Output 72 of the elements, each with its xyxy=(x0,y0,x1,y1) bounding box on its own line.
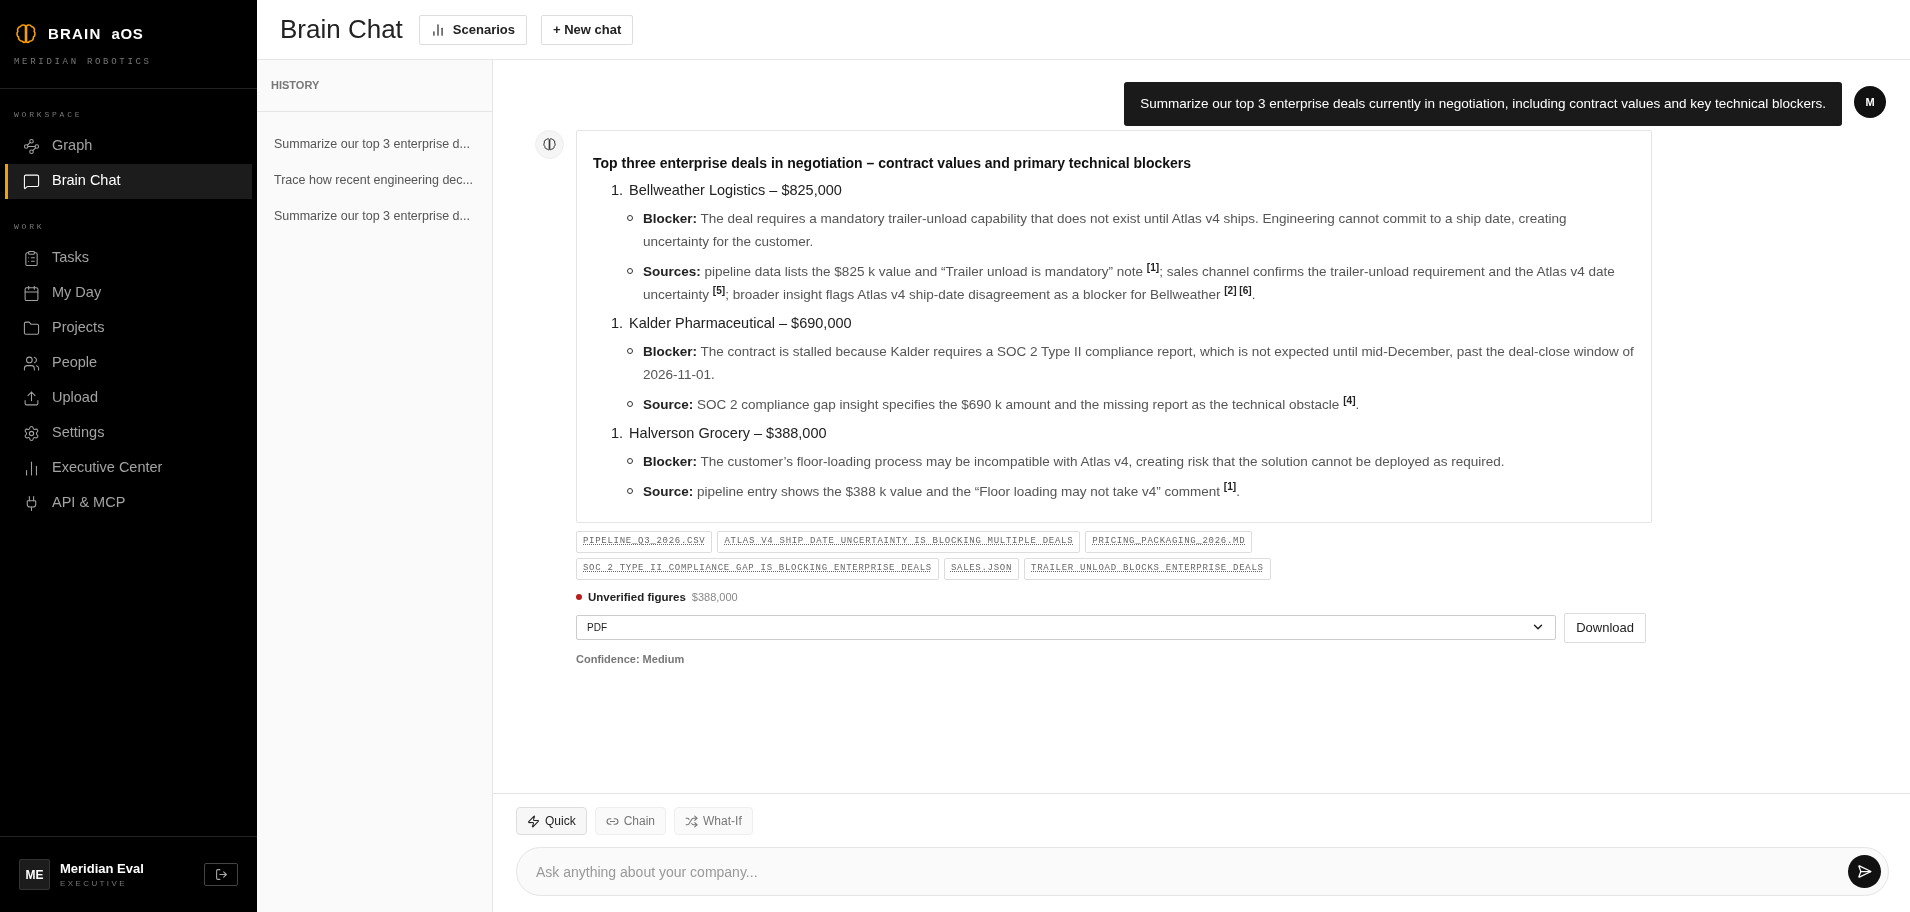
nav-item[interactable]: Tasks xyxy=(5,240,252,276)
scenarios-button[interactable]: Scenarios xyxy=(418,14,527,45)
source-tag[interactable]: PIPELINE_Q3_2026.CSV xyxy=(576,530,713,553)
upload-icon xyxy=(23,389,40,407)
people-icon xyxy=(23,354,40,372)
deal-detail: Blocker: The customer’s floor-loading process may be incompatible with Atlas v4, creating risk that the solution cannot be deployed as required. xyxy=(643,452,1505,471)
chat-input-field[interactable]: Ask anything about your company... xyxy=(516,847,1889,896)
bar-chart-icon xyxy=(23,459,40,477)
list-number: 1. xyxy=(611,423,624,443)
mode-button[interactable]: Chain xyxy=(594,807,667,835)
section-heading: WORKSPACE xyxy=(13,108,84,121)
answer-title: Top three enterprise deals in negotiation – contract values and primary technical blockers xyxy=(593,154,1193,174)
deal-heading: Bellweather Logistics – $825,000 xyxy=(629,181,842,201)
logout-button[interactable] xyxy=(204,863,238,886)
confidence-label: Confidence: Medium xyxy=(576,651,686,667)
brand-name: BRAIN xyxy=(48,23,102,44)
source-tag[interactable]: PRICING_PACKAGING_2026.MD xyxy=(1085,530,1253,553)
logout-icon xyxy=(214,868,228,881)
download-button[interactable]: Download xyxy=(1564,612,1646,643)
brain-icon xyxy=(542,137,557,153)
nav-item[interactable]: Projects xyxy=(5,310,252,346)
user-message: Summarize our top 3 enterprise deals currently in negotiation, including contract values and key technical blockers. xyxy=(1124,82,1842,127)
nav-item[interactable]: My Day xyxy=(5,275,252,311)
brand-suffix: aOS xyxy=(111,23,144,44)
section-heading: WORK xyxy=(13,220,46,233)
deal-detail: Sources: pipeline data lists the $825 k value and “Trailer unload is mandatory” note $^{[1]}$; sales channel confirms the trailer-unload requirement and the Atlas v4 date uncertainty $^{[5]}$; broader insight flags Atlas v4 ship-date disagreement as a blocker for Bellweather $^{[2] [6]}$. xyxy=(643,260,1616,304)
mode-button[interactable]: Quick xyxy=(516,807,587,835)
format-select[interactable]: PDF xyxy=(576,614,1557,640)
deal-detail: Blocker: The deal requires a mandatory trailer-unload capability that does not exist until Atlas v4 ships. Engineering cannot commit to a ship date, creating uncertainty for the customer. xyxy=(643,210,1568,251)
nav-item[interactable]: Executive Center xyxy=(5,450,252,486)
company-name: MERIDIAN ROBOTICS xyxy=(14,56,153,69)
nav-item[interactable]: Settings xyxy=(5,415,252,451)
nav-item[interactable]: API & MCP xyxy=(5,485,252,521)
mode-button[interactable]: What-If xyxy=(674,807,753,835)
send-icon xyxy=(1857,864,1872,879)
list-number: 1. xyxy=(611,314,624,333)
warning-value: $388,000 xyxy=(691,589,738,605)
chat-bubble-icon xyxy=(23,172,40,190)
clipboard-icon xyxy=(23,249,40,267)
deal-detail: Source: SOC 2 compliance gap insight specifies the $690 k amount and the missing report as the technical obstacle $^{[4]}$. xyxy=(643,393,1360,414)
history-item[interactable]: Summarize our top 3 enterprise d... xyxy=(257,198,492,234)
nav-item[interactable]: Brain Chat xyxy=(5,163,252,199)
folder-icon xyxy=(23,319,40,337)
history-item[interactable]: Summarize our top 3 enterprise d... xyxy=(257,126,492,162)
lightning-icon xyxy=(527,814,540,828)
nav-item[interactable]: People xyxy=(5,345,252,381)
user-role: EXECUTIVE xyxy=(60,878,128,891)
new-chat-button[interactable]: + New chat xyxy=(541,14,634,45)
page-title: Brain Chat xyxy=(280,13,403,46)
calendar-icon xyxy=(23,284,40,302)
list-number: 1. xyxy=(611,181,624,201)
graph-icon xyxy=(23,137,40,155)
nav-item[interactable]: Upload xyxy=(5,380,252,416)
brain-logo-icon xyxy=(14,22,38,46)
warning-label: Unverified figures xyxy=(588,589,686,605)
source-tag[interactable]: SALES.JSON xyxy=(943,557,1020,580)
shuffle-icon xyxy=(685,814,699,828)
deal-heading: Halverson Grocery – $388,000 xyxy=(629,423,827,443)
source-tag[interactable]: SOC 2 TYPE II COMPLIANCE GAP IS BLOCKING ENTERPRISE DEALS xyxy=(576,557,939,580)
deal-detail: Source: pipeline entry shows the $388 k value and the “Floor loading may not take v4” comment $^{[1]}$. xyxy=(643,480,1240,501)
history-heading: HISTORY xyxy=(257,60,492,112)
user-name: Meridian Eval xyxy=(60,859,145,878)
source-tag[interactable]: ATLAS V4 SHIP DATE UNCERTAINTY IS BLOCKING MULTIPLE DEALS xyxy=(717,530,1081,553)
user-avatar: ME xyxy=(19,859,50,890)
deal-heading: Kalder Pharmaceutical – $690,000 xyxy=(629,314,852,333)
user-avatar: M xyxy=(1854,86,1886,118)
source-tag[interactable]: TRAILER UNLOAD BLOCKS ENTERPRISE DEALS xyxy=(1024,557,1271,580)
history-item[interactable]: Trace how recent engineering dec... xyxy=(257,162,492,198)
deal-detail: Blocker: The contract is stalled because Kalder requires a SOC 2 Type II compliance report, which is not expected until mid-December, past the deal-close window of 2026-11-01. xyxy=(643,342,1635,384)
settings-icon xyxy=(23,424,40,442)
bar-chart-icon xyxy=(430,22,445,37)
nav-item[interactable]: Graph xyxy=(5,128,252,164)
